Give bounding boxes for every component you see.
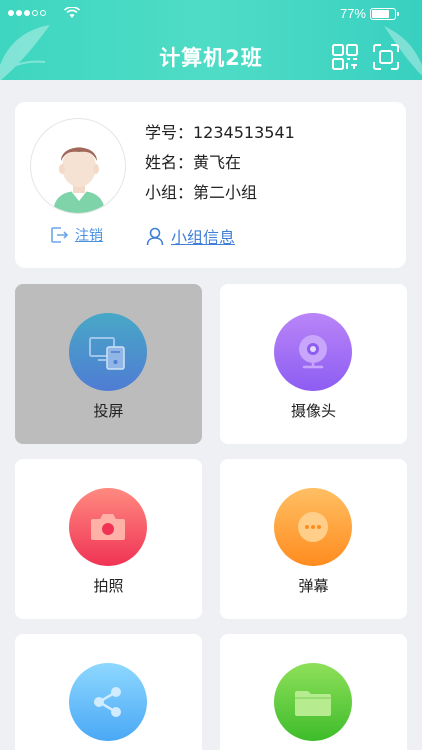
logout-icon <box>51 227 69 243</box>
logout-label: 注销 <box>75 228 103 244</box>
tile-photo[interactable]: 拍照 <box>15 459 202 619</box>
tile-screen-cast[interactable]: 投屏 <box>15 284 202 444</box>
photo-camera-icon <box>69 488 147 566</box>
share-icon <box>69 663 147 741</box>
tile-danmu[interactable]: 弹幕 <box>220 459 407 619</box>
avatar <box>30 118 126 214</box>
wifi-icon <box>64 7 80 18</box>
chat-bubble-icon <box>274 488 352 566</box>
profile-card: 学号：1234513541 姓名：黄飞在 小组：第二小组 注销 小组信息 <box>15 102 406 268</box>
student-group: 小组：第二小组 <box>145 183 258 202</box>
student-name: 姓名：黄飞在 <box>145 153 242 172</box>
battery-percentage: 77% <box>339 6 366 21</box>
signal-strength-icon <box>8 10 46 16</box>
tile-share[interactable] <box>15 634 202 750</box>
scan-icon[interactable] <box>372 43 400 71</box>
group-info-label: 小组信息 <box>171 228 236 247</box>
tile-label: 弹幕 <box>298 577 329 595</box>
status-bar: 77% <box>0 0 422 28</box>
group-info-link[interactable]: 小组信息 <box>145 224 235 248</box>
user-icon <box>146 227 164 246</box>
student-id: 学号：1234513541 <box>145 123 295 142</box>
screen-cast-icon <box>69 313 147 391</box>
folder-icon <box>274 663 352 741</box>
camera-icon <box>274 313 352 391</box>
user-avatar-icon <box>53 147 105 213</box>
battery-icon <box>370 8 399 20</box>
tile-label: 拍照 <box>93 577 124 595</box>
student-info: 学号：1234513541 姓名：黄飞在 小组：第二小组 <box>145 122 295 212</box>
tile-label: 投屏 <box>93 402 124 420</box>
tile-camera[interactable]: 摄像头 <box>220 284 407 444</box>
logout-button[interactable]: 注销 <box>49 225 103 245</box>
tile-label: 摄像头 <box>290 402 336 420</box>
qr-code-icon[interactable] <box>331 43 359 71</box>
tile-folder[interactable] <box>220 634 407 750</box>
app-header: 77% 计算机2班 <box>0 0 422 80</box>
